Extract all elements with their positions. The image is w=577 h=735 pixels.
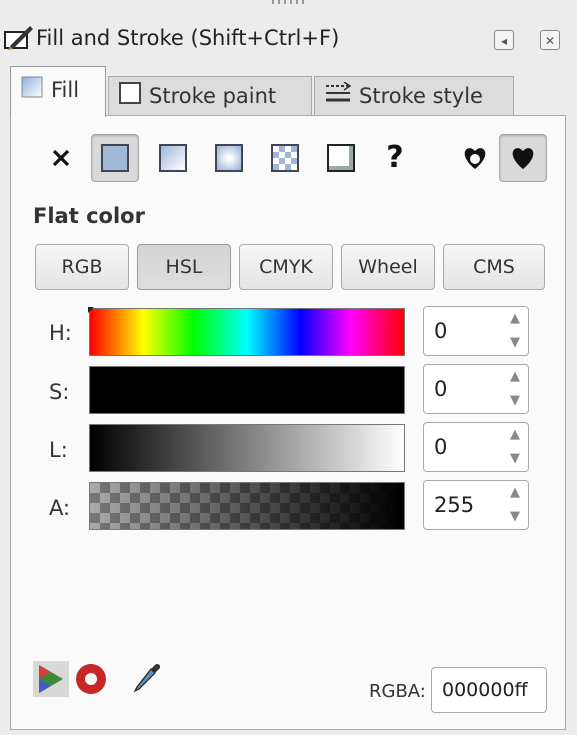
fill-swatch-icon [21, 68, 43, 114]
fill-rule-evenodd-icon [464, 148, 486, 169]
lightness-value: 0 [434, 435, 448, 459]
dialog-titlebar: Fill and Stroke (Shift+Ctrl+F) ◂ ✕ [0, 10, 577, 56]
hue-increment-icon[interactable]: ▲ [506, 309, 524, 329]
unset-paint-button[interactable]: ? [371, 134, 419, 182]
mode-cmyk-button[interactable]: CMYK [239, 244, 333, 290]
fill-rule-nonzero-icon [512, 148, 534, 169]
alpha-label: A: [49, 496, 71, 520]
tab-fill-label: Fill [51, 78, 80, 102]
fill-rule-nonzero-button[interactable] [499, 134, 547, 182]
saturation-spinbox[interactable]: 0 ▲ ▼ [423, 364, 529, 414]
color-scales-icon[interactable] [33, 661, 69, 697]
rgba-label: RGBA: [369, 681, 426, 702]
mode-cms-button[interactable]: CMS [443, 244, 545, 290]
alpha-slider[interactable] [89, 482, 405, 530]
hue-decrement-icon[interactable]: ▼ [506, 333, 524, 353]
no-paint-button[interactable] [37, 134, 85, 182]
lightness-increment-icon[interactable]: ▲ [506, 425, 524, 445]
stroke-paint-icon [119, 78, 141, 116]
tab-stroke-paint-label: Stroke paint [149, 84, 277, 108]
fill-and-stroke-icon [4, 26, 33, 50]
saturation-label: S: [49, 380, 70, 404]
radial-gradient-icon [215, 144, 243, 172]
flat-color-button[interactable] [91, 134, 139, 182]
swatch-button[interactable] [317, 134, 365, 182]
radial-gradient-button[interactable] [205, 134, 253, 182]
hue-spinbox[interactable]: 0 ▲ ▼ [423, 306, 529, 356]
close-button[interactable]: ✕ [540, 30, 560, 50]
lightness-slider[interactable] [89, 424, 405, 472]
tab-bar: Fill Stroke paint Stroke style [10, 66, 566, 117]
saturation-decrement-icon[interactable]: ▼ [506, 391, 524, 411]
lightness-spinbox[interactable]: 0 ▲ ▼ [423, 422, 529, 472]
saturation-slider[interactable] [89, 366, 405, 414]
tab-stroke-style[interactable]: Stroke style [314, 76, 514, 116]
dialog-title: Fill and Stroke (Shift+Ctrl+F) [36, 26, 340, 50]
paint-mode-toolbar: ? [11, 128, 565, 188]
lightness-label: L: [49, 438, 68, 462]
saturation-value: 0 [434, 377, 448, 401]
hue-label: H: [49, 321, 72, 345]
pattern-button[interactable] [261, 134, 309, 182]
pattern-icon [271, 144, 299, 172]
tab-stroke-paint[interactable]: Stroke paint [108, 76, 312, 116]
no-paint-icon [52, 149, 70, 167]
color-picker-icon[interactable] [129, 661, 165, 697]
tab-stroke-style-label: Stroke style [359, 84, 483, 108]
lightness-decrement-icon[interactable]: ▼ [506, 449, 524, 469]
flat-color-icon [101, 144, 129, 172]
swatch-icon [327, 144, 355, 172]
paint-mode-label: Flat color [33, 204, 145, 228]
collapse-button[interactable]: ◂ [494, 30, 514, 50]
unset-paint-icon: ? [386, 140, 404, 175]
rgba-input[interactable]: 000000ff [431, 667, 547, 713]
tab-fill[interactable]: Fill [10, 66, 106, 117]
mode-hsl-button[interactable]: HSL [137, 244, 231, 290]
hue-value: 0 [434, 319, 448, 343]
fill-panel: ? Flat color RGB HSL CMYK Wheel CMS H: 0… [10, 115, 566, 730]
stroke-style-icon [325, 78, 352, 116]
alpha-value: 255 [434, 493, 475, 517]
linear-gradient-icon [159, 144, 187, 172]
drag-grip[interactable] [272, 0, 308, 4]
alpha-increment-icon[interactable]: ▲ [506, 483, 524, 503]
fill-rule-evenodd-button[interactable] [451, 134, 499, 182]
alpha-spinbox[interactable]: 255 ▲ ▼ [423, 480, 529, 530]
alpha-decrement-icon[interactable]: ▼ [506, 507, 524, 527]
hue-slider-handle[interactable] [88, 307, 94, 313]
mode-rgb-button[interactable]: RGB [35, 244, 129, 290]
mode-wheel-button[interactable]: Wheel [341, 244, 435, 290]
linear-gradient-button[interactable] [149, 134, 197, 182]
saturation-increment-icon[interactable]: ▲ [506, 367, 524, 387]
color-wheel-icon[interactable] [73, 661, 109, 697]
hue-slider[interactable] [88, 307, 405, 356]
